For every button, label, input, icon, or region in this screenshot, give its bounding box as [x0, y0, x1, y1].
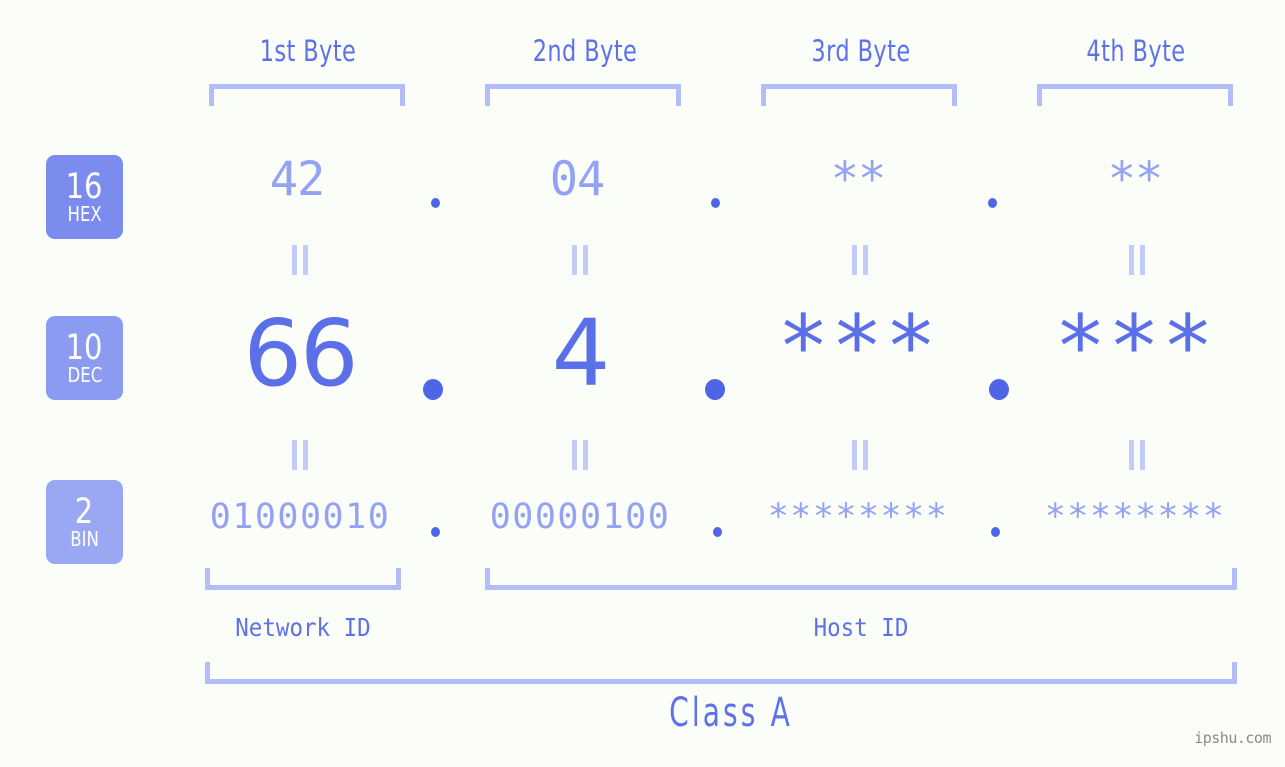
- equals-connector-hex-dec-2: [570, 245, 590, 275]
- base-badge-hex-abbr: HEX: [67, 201, 102, 226]
- equals-connector-hex-dec-4: [1127, 245, 1147, 275]
- dec-dot-separator-3: [989, 379, 1009, 400]
- equals-connector-dec-bin-3: [850, 440, 870, 470]
- bin-byte-2: 00000100: [489, 497, 671, 537]
- dec-dot-separator-2: [705, 379, 725, 400]
- hex-byte-4: **: [1107, 152, 1164, 207]
- byte-header-4: 4th Byte: [1086, 34, 1186, 68]
- base-badge-dec-abbr: DEC: [67, 362, 102, 387]
- dec-byte-4: ***: [1054, 297, 1216, 397]
- bin-dot-separator-2: [713, 527, 722, 537]
- network-id-bracket: [205, 568, 401, 590]
- host-id-bracket: [485, 568, 1237, 590]
- bin-dot-separator-3: [991, 527, 1000, 537]
- byte-header-1: 1st Byte: [259, 34, 357, 68]
- byte-header-2: 2nd Byte: [532, 34, 638, 68]
- bin-dot-separator-1: [431, 527, 440, 537]
- base-badge-hex: 16 HEX: [46, 155, 123, 239]
- hex-dot-separator-3: [988, 198, 997, 208]
- hex-dot-separator-2: [711, 198, 720, 208]
- byte-bracket-2: [485, 84, 681, 106]
- class-label: Class A: [669, 690, 793, 736]
- site-watermark: ipshu.com: [1194, 729, 1271, 747]
- equals-connector-dec-bin-4: [1127, 440, 1147, 470]
- equals-connector-dec-bin-2: [570, 440, 590, 470]
- byte-bracket-3: [761, 84, 957, 106]
- base-badge-bin-abbr: BIN: [70, 526, 99, 551]
- class-bracket: [205, 662, 1237, 684]
- base-badge-dec-number: 10: [66, 327, 103, 368]
- bin-byte-4: ********: [1044, 497, 1226, 537]
- byte-header-3: 3rd Byte: [811, 34, 911, 68]
- hex-dot-separator-1: [431, 198, 440, 208]
- equals-connector-hex-dec-1: [290, 245, 310, 275]
- dec-dot-separator-1: [423, 379, 443, 400]
- base-badge-bin-number: 2: [75, 491, 94, 532]
- equals-connector-dec-bin-1: [290, 440, 310, 470]
- hex-byte-2: 04: [549, 152, 606, 207]
- base-badge-bin: 2 BIN: [46, 480, 123, 564]
- byte-bracket-1: [209, 84, 405, 106]
- dec-byte-3: ***: [777, 297, 939, 397]
- ip-address-breakdown-diagram: 1st Byte 2nd Byte 3rd Byte 4th Byte 16 H…: [0, 0, 1285, 767]
- host-id-label: Host ID: [813, 613, 909, 642]
- equals-connector-hex-dec-3: [850, 245, 870, 275]
- hex-byte-1: 42: [269, 152, 326, 207]
- bin-byte-1: 01000010: [209, 497, 391, 537]
- base-badge-hex-number: 16: [66, 166, 103, 207]
- dec-byte-2: 4: [551, 300, 611, 407]
- dec-byte-1: 66: [243, 300, 358, 407]
- byte-bracket-4: [1037, 84, 1233, 106]
- base-badge-dec: 10 DEC: [46, 316, 123, 400]
- hex-byte-3: **: [830, 152, 887, 207]
- network-id-label: Network ID: [235, 613, 371, 642]
- bin-byte-3: ********: [767, 497, 949, 537]
